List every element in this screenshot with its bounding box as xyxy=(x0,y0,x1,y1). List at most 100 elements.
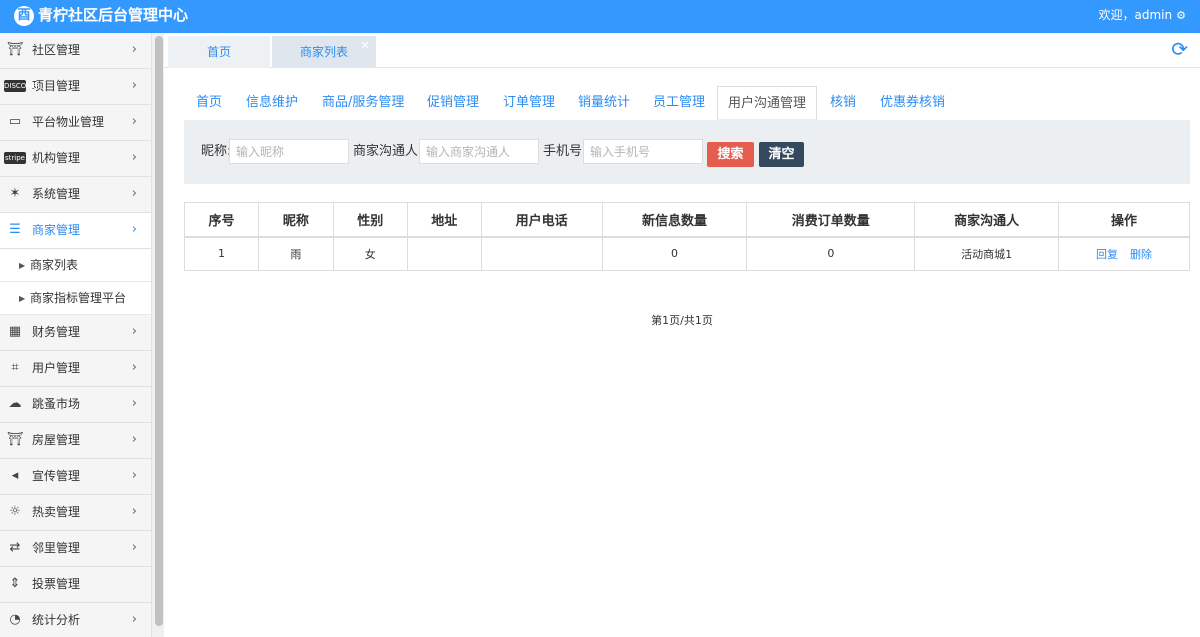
pagination-text: 第1页/共1页 xyxy=(651,314,713,327)
column-header-phone: 用户电话 xyxy=(480,202,603,237)
reply-link[interactable]: 回复 xyxy=(1096,248,1118,261)
sidebar-item-finance[interactable]: ▦ 财务管理 › xyxy=(0,315,151,351)
contact-input[interactable] xyxy=(419,139,539,164)
search-button[interactable]: 搜索 xyxy=(707,142,754,167)
sidebar-item-label: 机构管理 xyxy=(32,151,81,165)
tab-label: 商家列表 xyxy=(299,45,348,59)
subnav-info[interactable]: 信息维护 xyxy=(246,86,298,120)
sidebar-subitem-label: 商家列表 xyxy=(30,258,79,272)
sidebar-item-label: 用户管理 xyxy=(32,361,81,375)
column-header-orders: 消费订单数量 xyxy=(746,202,916,237)
cell-actions: 回复 删除 xyxy=(1058,236,1190,271)
calculator-icon: ▦ xyxy=(8,324,22,339)
column-header-index: 序号 xyxy=(184,202,259,237)
subnav-sales-stats[interactable]: 销量统计 xyxy=(578,86,630,120)
main-content: 首页 信息维护 商品/服务管理 促销管理 订单管理 销量统计 员工管理 用户沟通… xyxy=(164,68,1200,637)
refresh-icon[interactable]: ⟳ xyxy=(1171,37,1188,61)
close-icon[interactable]: ✕ xyxy=(361,30,370,62)
chevron-right-icon: › xyxy=(131,78,137,93)
sidebar-item-label: 系统管理 xyxy=(32,187,81,201)
cell-contact: 活动商城1 xyxy=(914,236,1060,271)
app-title: 青柠社区后台管理中心 xyxy=(38,6,189,24)
cell-index: 1 xyxy=(184,236,259,271)
tab-label: 首页 xyxy=(206,45,231,59)
subnav-home[interactable]: 首页 xyxy=(196,86,222,120)
caret-right-icon: ▶ xyxy=(19,294,26,303)
chevron-right-icon: › xyxy=(131,150,137,165)
sidebar-item-hot-sales[interactable]: ☼ 热卖管理 › xyxy=(0,495,151,531)
chevron-right-icon: › xyxy=(131,222,137,237)
pie-chart-icon: ◔ xyxy=(9,612,21,627)
sidebar-item-promotion[interactable]: ◂ 宣传管理 › xyxy=(0,459,151,495)
sidebar-item-label: 宣传管理 xyxy=(32,469,81,483)
bank-icon: ⛩ xyxy=(6,432,24,447)
phone-input[interactable] xyxy=(583,139,703,164)
retweet-icon: ⇄ xyxy=(9,540,21,555)
subnav-orders[interactable]: 订单管理 xyxy=(503,86,555,120)
sidebar-item-statistics[interactable]: ◔ 统计分析 › xyxy=(0,603,151,637)
sidebar-item-merchants[interactable]: ☰ 商家管理 › xyxy=(0,213,151,249)
subnav-user-communication[interactable]: 用户沟通管理 xyxy=(717,86,818,120)
user-welcome[interactable]: 欢迎，admin ⚙ xyxy=(1099,7,1186,24)
subnav-promotions[interactable]: 促销管理 xyxy=(427,86,479,120)
sidebar-item-system[interactable]: ✶ 系统管理 › xyxy=(0,177,151,213)
monitor-icon: ▭ xyxy=(8,114,22,129)
sidebar-item-community[interactable]: ⛩ 社区管理 › xyxy=(0,33,151,69)
table-header-row: 序号 昵称 性别 地址 用户电话 新信息数量 消费订单数量 商家沟通人 操作 xyxy=(184,202,1190,237)
sidebar-item-organizations[interactable]: stripe 机构管理 › xyxy=(0,141,151,177)
cell-phone xyxy=(480,236,603,271)
column-header-gender: 性别 xyxy=(332,202,408,237)
communication-table: 序号 昵称 性别 地址 用户电话 新信息数量 消费订单数量 商家沟通人 操作 1… xyxy=(184,202,1190,271)
nickname-label: 昵称: xyxy=(201,144,232,159)
delete-link[interactable]: 删除 xyxy=(1130,248,1152,261)
tab-merchant-list[interactable]: 商家列表 ✕ xyxy=(272,36,376,68)
sidebar-item-flea-market[interactable]: ☁ 跳蚤市场 › xyxy=(0,387,151,423)
yelp-icon: ✶ xyxy=(9,186,21,201)
subnav-staff[interactable]: 员工管理 xyxy=(653,86,705,120)
chevron-right-icon: › xyxy=(131,396,137,411)
sidebar-item-label: 统计分析 xyxy=(32,613,81,627)
stripe-icon: stripe xyxy=(4,152,26,164)
cell-gender: 女 xyxy=(332,236,408,271)
subnav-coupon-verification[interactable]: 优惠券核销 xyxy=(880,86,945,120)
sidebar-item-label: 平台物业管理 xyxy=(32,115,105,129)
chevron-right-icon: › xyxy=(131,432,137,447)
merchant-subnav: 首页 信息维护 商品/服务管理 促销管理 订单管理 销量统计 员工管理 用户沟通… xyxy=(184,86,1190,120)
sort-icon: ⇕ xyxy=(9,576,21,591)
bars-icon: ☰ xyxy=(9,222,21,237)
chevron-right-icon: › xyxy=(131,360,137,375)
sidebar-item-voting[interactable]: ⇕ 投票管理 xyxy=(0,567,151,603)
sidebar-item-projects[interactable]: DISCOVER 项目管理 › xyxy=(0,69,151,105)
sidebar-subitem-merchant-list[interactable]: ▶ 商家列表 xyxy=(0,249,151,282)
page-tab-strip: 首页 商家列表 ✕ ⟳ xyxy=(164,33,1200,68)
sidebar-item-housing[interactable]: ⛩ 房屋管理 › xyxy=(0,423,151,459)
table-row: 1 雨 女 0 0 活动商城1 回复 删除 xyxy=(184,236,1190,271)
sidebar-item-label: 房屋管理 xyxy=(32,433,81,447)
sidebar-subitem-label: 商家指标管理平台 xyxy=(30,291,127,305)
chevron-right-icon: › xyxy=(131,186,137,201)
nickname-input[interactable] xyxy=(229,139,349,164)
sidebar-item-label: 跳蚤市场 xyxy=(32,397,81,411)
sidebar-item-neighbors[interactable]: ⇄ 邻里管理 › xyxy=(0,531,151,567)
sidebar-item-property[interactable]: ▭ 平台物业管理 › xyxy=(0,105,151,141)
cloud-icon: ☁ xyxy=(8,396,22,411)
phone-label: 手机号: xyxy=(543,144,587,159)
caret-right-icon: ▶ xyxy=(19,261,26,270)
subnav-products[interactable]: 商品/服务管理 xyxy=(322,86,404,120)
sidebar-scrollbar-thumb[interactable] xyxy=(155,36,163,626)
bank-icon: ⛩ xyxy=(6,42,24,57)
sidebar-subitem-merchant-metrics[interactable]: ▶ 商家指标管理平台 xyxy=(0,282,151,315)
clear-button[interactable]: 清空 xyxy=(759,142,804,167)
subnav-verification[interactable]: 核销 xyxy=(830,86,856,120)
welcome-text: 欢迎，admin xyxy=(1098,8,1173,22)
chevron-right-icon: › xyxy=(131,540,137,555)
cell-new-messages: 0 xyxy=(601,236,748,271)
cell-nickname: 雨 xyxy=(257,236,334,271)
tab-home[interactable]: 首页 xyxy=(168,36,270,68)
sidebar-item-label: 社区管理 xyxy=(32,43,81,57)
sidebar-item-label: 商家管理 xyxy=(32,223,81,237)
chevron-right-icon: › xyxy=(131,504,137,519)
chevron-right-icon: › xyxy=(131,114,137,129)
gear-icon[interactable]: ⚙ xyxy=(1176,8,1186,24)
sidebar-item-users[interactable]: ⌗ 用户管理 › xyxy=(0,351,151,387)
